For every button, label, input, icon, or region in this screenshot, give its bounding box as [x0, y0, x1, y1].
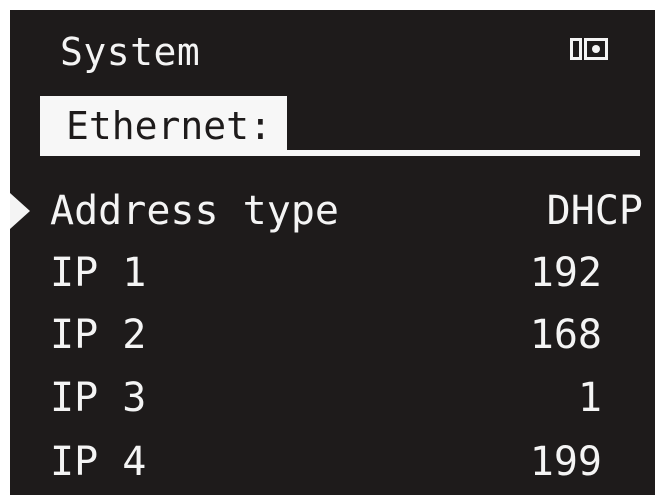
menu-item-value: 168: [529, 312, 602, 358]
menu-item-ip-4[interactable]: IP 4 199: [10, 431, 655, 493]
menu-item-ip-2[interactable]: IP 2 168: [10, 304, 655, 366]
menu-item-value: DHCP: [546, 188, 643, 234]
menu-item-label: IP 4: [50, 439, 147, 485]
menu-item-value: 1: [577, 375, 602, 421]
menu-item-ip-3[interactable]: IP 3 1: [10, 367, 655, 429]
menu-item-value: 199: [529, 439, 602, 485]
menu-item-value: 192: [529, 250, 602, 296]
page-title: System: [60, 30, 201, 74]
menu-item-label: IP 1: [50, 250, 147, 296]
tab-ethernet-label: Ethernet:: [66, 104, 272, 148]
status-icon-right-cell: [584, 38, 608, 60]
menu-item-label: IP 3: [50, 375, 147, 421]
device-screen: System Ethernet: Address type DHCP IP 1 …: [10, 10, 655, 495]
selection-pointer-icon: [10, 193, 30, 229]
menu-item-ip-1[interactable]: IP 1 192: [10, 242, 655, 304]
status-icon-left-cell: [570, 38, 582, 60]
tab-underline-divider: [40, 150, 640, 156]
battery-status-icon: [570, 38, 608, 60]
menu-item-label: Address type: [50, 188, 339, 234]
tab-ethernet[interactable]: Ethernet:: [40, 96, 287, 156]
menu-item-address-type[interactable]: Address type DHCP: [10, 180, 655, 242]
menu-item-label: IP 2: [50, 312, 147, 358]
